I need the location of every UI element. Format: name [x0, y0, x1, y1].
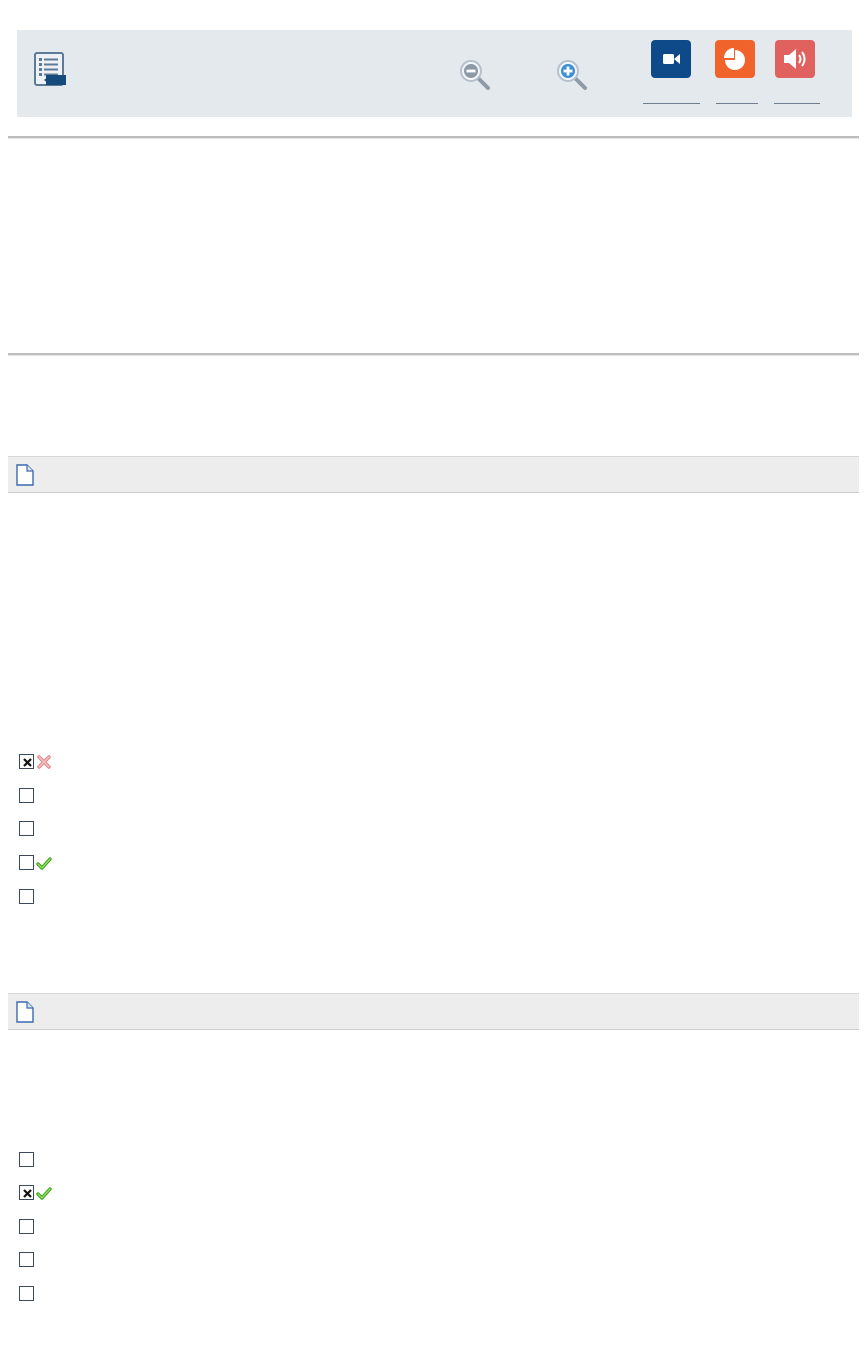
answer-option[interactable]: [19, 854, 419, 876]
answer-option[interactable]: [19, 1184, 419, 1206]
answer-option[interactable]: [19, 1285, 419, 1307]
checkbox[interactable]: [19, 1219, 34, 1234]
speaker-icon: [784, 49, 806, 69]
checkbox[interactable]: [19, 1185, 34, 1200]
toolbar: [17, 30, 852, 117]
answer-option[interactable]: [19, 787, 419, 809]
zoom-in-icon[interactable]: [554, 57, 588, 91]
chart-underline: [716, 103, 758, 104]
document-list-icon[interactable]: [34, 51, 68, 89]
chart-button[interactable]: [715, 40, 755, 78]
checkbox[interactable]: [19, 1152, 34, 1167]
checkbox[interactable]: [19, 889, 34, 904]
checkbox[interactable]: [19, 788, 34, 803]
correct-mark-icon: [36, 1187, 52, 1200]
checkbox[interactable]: [19, 1286, 34, 1301]
divider: [8, 353, 859, 356]
checkbox[interactable]: [19, 754, 34, 769]
checkbox[interactable]: [19, 821, 34, 836]
checkbox[interactable]: [19, 855, 34, 870]
question-header: [8, 456, 859, 493]
audio-button[interactable]: [775, 40, 815, 78]
checkbox[interactable]: [19, 1252, 34, 1267]
answer-option[interactable]: [19, 1151, 419, 1173]
answer-option[interactable]: [19, 1218, 419, 1240]
video-icon: [663, 54, 680, 64]
zoom-out-icon[interactable]: [457, 57, 491, 91]
video-button[interactable]: [651, 40, 691, 78]
pie-chart-icon: [724, 48, 745, 70]
audio-underline: [774, 103, 820, 104]
page-icon: [16, 464, 34, 486]
video-underline: [643, 103, 700, 104]
page-icon: [16, 1001, 34, 1023]
answer-option[interactable]: [19, 888, 419, 910]
answer-option[interactable]: [19, 820, 419, 842]
wrong-mark-icon: [37, 755, 51, 769]
answer-option[interactable]: [19, 753, 419, 775]
question-header: [8, 993, 859, 1030]
correct-mark-icon: [36, 857, 52, 870]
divider: [8, 136, 859, 139]
answer-option[interactable]: [19, 1251, 419, 1273]
